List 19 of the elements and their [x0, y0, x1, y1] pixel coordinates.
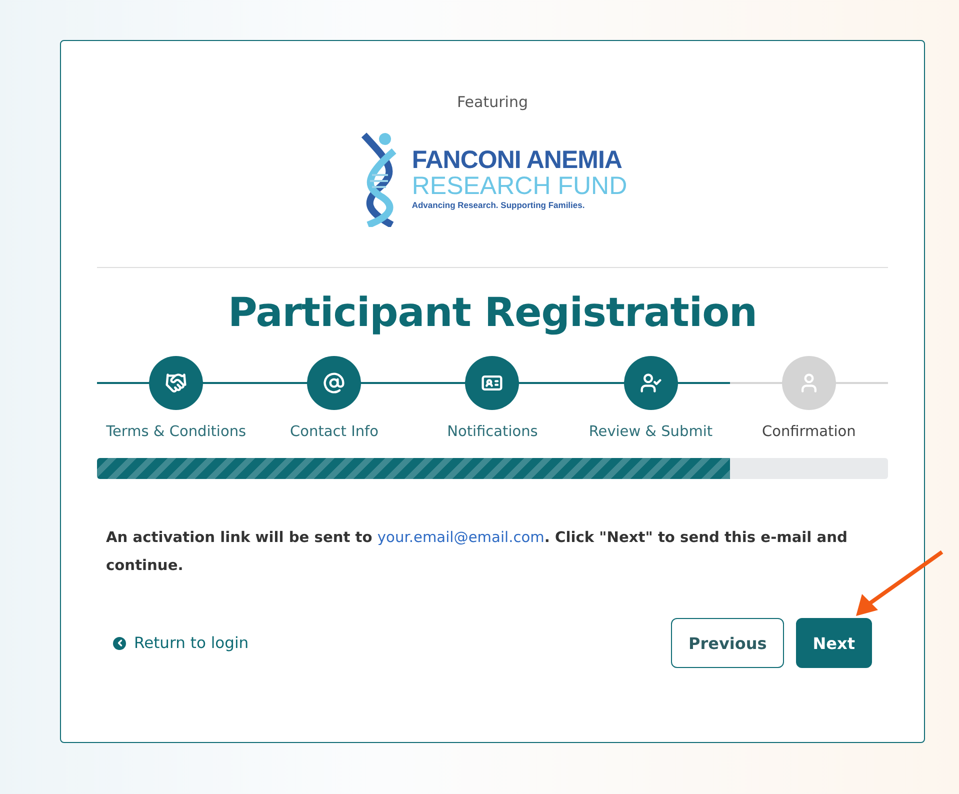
at-sign-icon — [323, 372, 346, 394]
logo-subtitle: RESEARCH FUND — [412, 173, 628, 200]
logo-title: FANCONI ANEMIA — [412, 148, 622, 174]
previous-button[interactable]: Previous — [671, 618, 784, 668]
activation-message: An activation link will be sent to your.email@email.com. Click "Next" to send this e-mail and continue. — [106, 528, 848, 576]
return-to-login-link[interactable]: Return to login — [113, 634, 249, 652]
step-label: Terms & Conditions — [106, 424, 246, 440]
step-label: Confirmation — [762, 424, 856, 440]
user-check-icon — [640, 372, 662, 394]
step-label: Contact Info — [290, 424, 379, 440]
back-icon — [113, 636, 126, 650]
step-label: Review & Submit — [588, 424, 713, 440]
step-label: Notifications — [447, 424, 538, 440]
featuring-text: Featuring — [456, 93, 529, 111]
email-link[interactable]: your.email@email.com — [377, 529, 544, 546]
logo-tagline: Advancing Research. Supporting Families. — [412, 200, 585, 210]
page-title: Participant Registration — [226, 290, 758, 336]
handshake-icon — [165, 372, 188, 394]
next-button[interactable]: Next — [796, 618, 872, 668]
